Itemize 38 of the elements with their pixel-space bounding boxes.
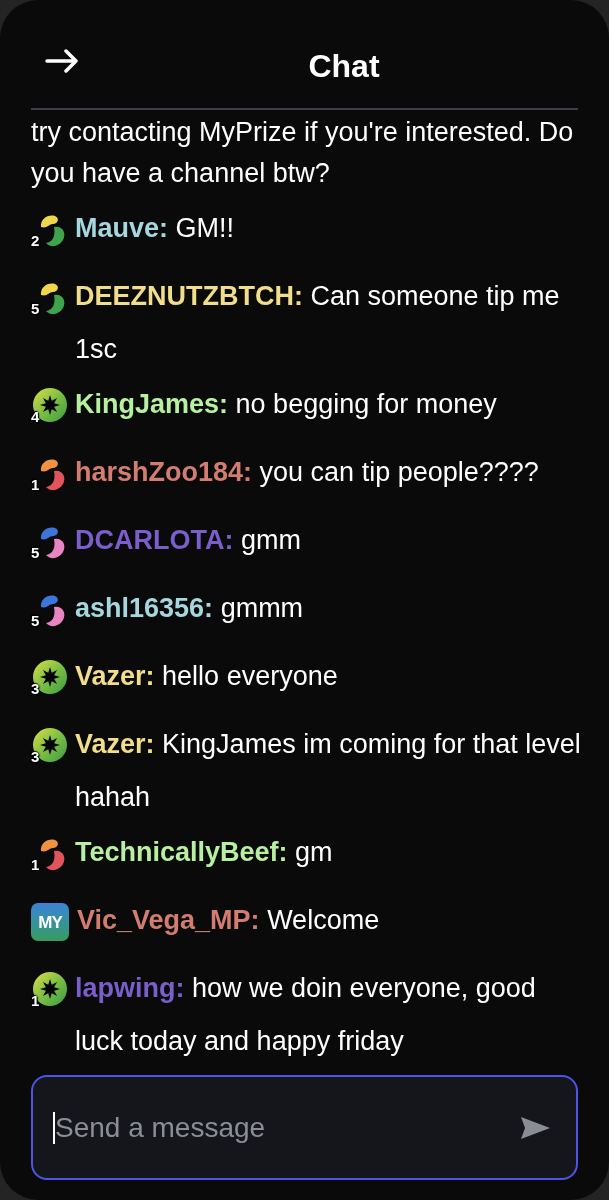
level-number: 5 (31, 545, 40, 560)
level-number: 1 (31, 477, 40, 492)
blob-badge-icon (39, 282, 67, 316)
star-badge-icon (33, 728, 67, 762)
chat-message: KingJames: no begging for money (75, 387, 498, 421)
chat-message: TechnicallyBeef: gm (75, 835, 334, 869)
chat-message: DCARLOTA: gmm (75, 523, 302, 557)
blob-badge-icon (39, 838, 67, 872)
chat-message: Mauve: GM!! (75, 211, 236, 245)
send-button[interactable] (521, 1116, 550, 1139)
chat-message: harshZoo184: you can tip people???? (75, 455, 540, 489)
star-badge-icon (33, 972, 67, 1006)
level-number: 4 (31, 409, 40, 424)
star-badge-icon (33, 660, 67, 694)
message-field[interactable]: Send a message (31, 1075, 578, 1180)
level-number: 3 (31, 681, 40, 696)
star-badge-icon (33, 388, 67, 422)
level-number: 3 (31, 749, 40, 764)
arrow-right-icon (45, 49, 79, 73)
logo-badge: MY (31, 903, 69, 941)
chat-message: try contacting MyPrize if you're interested. Do you have a channel btw? (31, 116, 575, 190)
level-number: 1 (31, 993, 40, 1008)
blob-badge-icon (39, 526, 67, 560)
level-number: 1 (31, 857, 40, 872)
chat-message: ashl16356: gmmm (75, 591, 305, 625)
chat-message: Vazer: hello everyone (75, 659, 339, 693)
send-icon (521, 1116, 550, 1139)
level-number: 2 (31, 233, 40, 248)
chat-message: lapwing: how we doin everyone, good luck today and happy friday (75, 971, 537, 1058)
blob-badge-icon (39, 458, 67, 492)
blob-badge-icon (39, 594, 67, 628)
level-number: 5 (31, 613, 40, 628)
text-caret (53, 1111, 55, 1144)
message-input[interactable]: Send a message (55, 1105, 521, 1150)
blob-badge-icon (39, 214, 67, 248)
chat-message: Vic_Vega_MP: Welcome (77, 903, 381, 937)
level-number: 5 (31, 301, 40, 316)
chat-title: Chat (307, 46, 381, 82)
